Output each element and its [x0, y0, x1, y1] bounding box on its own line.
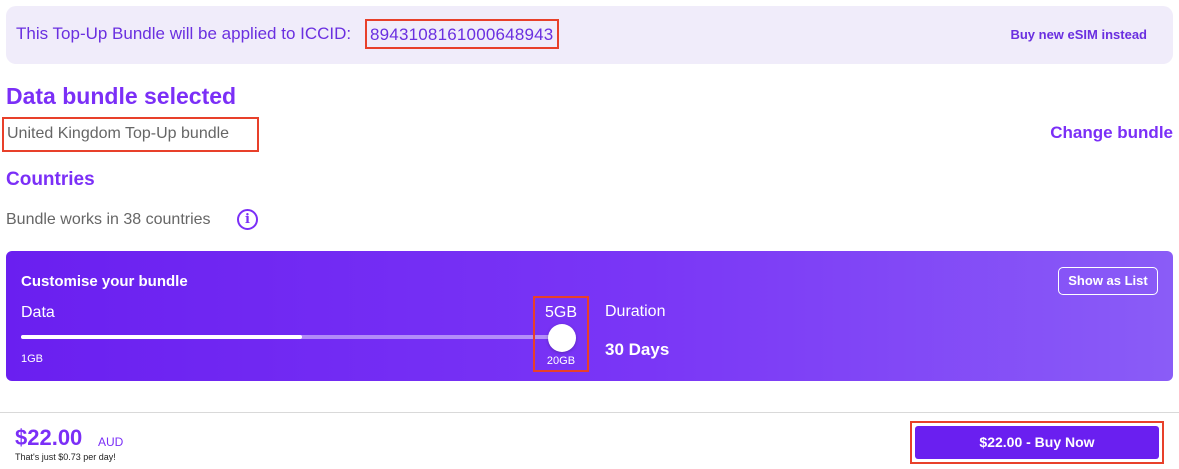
footer-divider: [0, 412, 1179, 413]
buy-now-button[interactable]: $22.00 - Buy Now: [915, 426, 1159, 459]
countries-count-text: Bundle works in 38 countries: [6, 211, 211, 228]
price-per-day: That's just $0.73 per day!: [15, 452, 116, 462]
duration-value: 30 Days: [605, 340, 670, 359]
buy-now-highlight: $22.00 - Buy Now: [910, 421, 1164, 464]
show-as-list-button[interactable]: Show as List: [1058, 267, 1158, 295]
data-min-label: 1GB: [21, 353, 44, 365]
duration-label: Duration: [605, 303, 666, 320]
data-value-highlight: 5GB 20GB: [533, 296, 589, 372]
bundle-name: United Kingdom Top-Up bundle: [2, 117, 259, 152]
countries-heading: Countries: [6, 169, 95, 190]
data-slider-fill: [21, 335, 302, 339]
buy-new-esim-link[interactable]: Buy new eSIM instead: [1010, 27, 1147, 42]
data-slider-thumb[interactable]: [548, 324, 576, 352]
iccid-value: 8943108161000648943: [365, 19, 560, 49]
customise-bundle-card: Customise your bundle Show as List Data …: [6, 251, 1173, 381]
data-max-label: 20GB: [546, 355, 576, 367]
data-label: Data: [21, 304, 55, 321]
change-bundle-link[interactable]: Change bundle: [1050, 123, 1173, 143]
iccid-banner: This Top-Up Bundle will be applied to IC…: [6, 6, 1173, 64]
page-title: Data bundle selected: [6, 83, 237, 109]
data-slider-track[interactable]: [21, 335, 561, 339]
data-current-value: 5GB: [544, 304, 577, 321]
customise-title: Customise your bundle: [21, 273, 188, 290]
price-currency: AUD: [98, 435, 124, 449]
iccid-banner-text: This Top-Up Bundle will be applied to IC…: [16, 24, 352, 43]
total-price: $22.00: [15, 425, 83, 450]
info-icon[interactable]: i: [237, 209, 258, 230]
